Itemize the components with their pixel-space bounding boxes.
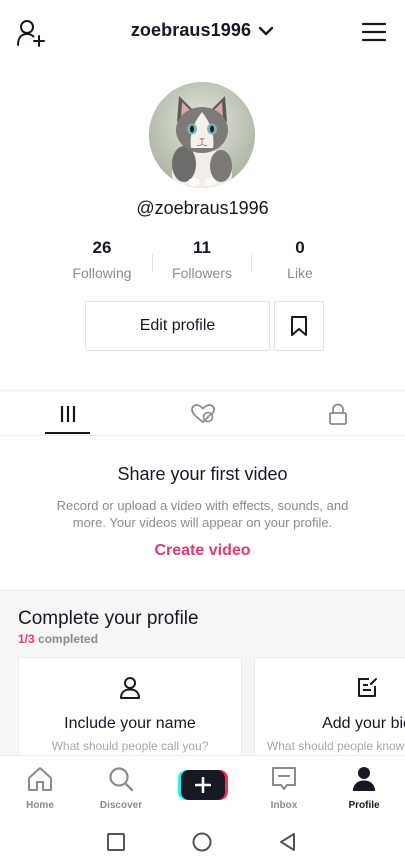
edit-profile-button[interactable]: Edit profile xyxy=(85,301,270,351)
account-switcher[interactable]: zoebraus1996 xyxy=(0,20,405,41)
active-tab-indicator xyxy=(45,432,90,434)
tab-liked[interactable] xyxy=(135,391,270,436)
top-bar: zoebraus1996 xyxy=(0,0,405,64)
stat-value: 11 xyxy=(193,238,211,257)
stat-value: 26 xyxy=(92,238,112,257)
completion-progress: 1/3 completed xyxy=(18,632,98,646)
empty-state-title: Share your first video xyxy=(117,464,288,484)
complete-profile-title: Complete your profile xyxy=(18,608,199,629)
create-video-link[interactable]: Create video xyxy=(0,542,405,560)
card-subtitle: What should people know about you? xyxy=(266,739,405,753)
inbox-icon xyxy=(272,767,296,790)
system-navigation-bar xyxy=(0,817,405,864)
profile-stats: 26 Following 11 Followers 0 Like xyxy=(52,238,352,286)
account-username: zoebraus1996 xyxy=(130,20,252,40)
stat-likes[interactable]: 0 Like xyxy=(250,238,350,281)
stat-label: Like xyxy=(287,265,313,281)
avatar[interactable] xyxy=(149,82,255,188)
profile-handle: @zoebraus1996 xyxy=(136,198,269,218)
search-icon xyxy=(109,767,134,792)
tab-private[interactable] xyxy=(270,391,405,436)
menu-icon[interactable] xyxy=(361,20,387,44)
kitten-avatar-image xyxy=(149,82,255,188)
progress-count: 1/3 xyxy=(18,632,35,646)
stat-followers[interactable]: 11 Followers xyxy=(152,238,252,281)
tab-videos[interactable] xyxy=(0,391,135,436)
edit-bio-icon xyxy=(358,678,377,697)
stat-label: Following xyxy=(72,265,132,281)
stat-value: 0 xyxy=(295,238,305,257)
card-title: Add your bio xyxy=(322,715,405,732)
card-add-bio[interactable]: Add your bio What should people know abo… xyxy=(254,657,405,767)
nav-label: Home xyxy=(26,800,54,811)
nav-label: Discover xyxy=(99,800,143,811)
home-icon xyxy=(28,767,52,791)
divider xyxy=(0,435,405,436)
profile-icon xyxy=(353,767,375,791)
nav-inbox[interactable]: Inbox xyxy=(249,766,319,811)
bookmark-icon xyxy=(291,316,307,336)
content-tabs xyxy=(0,391,405,436)
lock-icon xyxy=(328,403,347,425)
recent-apps-icon[interactable] xyxy=(105,831,127,853)
nav-label: Inbox xyxy=(270,800,298,811)
nav-discover[interactable]: Discover xyxy=(86,766,156,811)
card-title: Include your name xyxy=(64,715,196,732)
grid-icon xyxy=(60,405,75,422)
chevron-down-icon xyxy=(258,27,274,36)
create-button[interactable] xyxy=(178,770,228,800)
heart-hidden-icon xyxy=(190,403,215,423)
progress-label: completed xyxy=(38,632,99,646)
favorites-button[interactable] xyxy=(274,301,324,351)
plus-icon xyxy=(195,777,211,793)
stat-label: Followers xyxy=(172,265,232,281)
stat-following[interactable]: 26 Following xyxy=(52,238,152,281)
card-include-name[interactable]: Include your name What should people cal… xyxy=(18,657,242,767)
nav-home[interactable]: Home xyxy=(5,766,75,811)
empty-state-description: Record or upload a video with effects, s… xyxy=(56,498,349,530)
nav-label: Profile xyxy=(348,800,380,811)
back-icon[interactable] xyxy=(277,831,299,853)
person-icon xyxy=(120,677,140,699)
card-subtitle: What should people call you? xyxy=(51,739,209,753)
nav-profile[interactable]: Profile xyxy=(329,766,399,811)
home-circle-icon[interactable] xyxy=(191,831,213,853)
